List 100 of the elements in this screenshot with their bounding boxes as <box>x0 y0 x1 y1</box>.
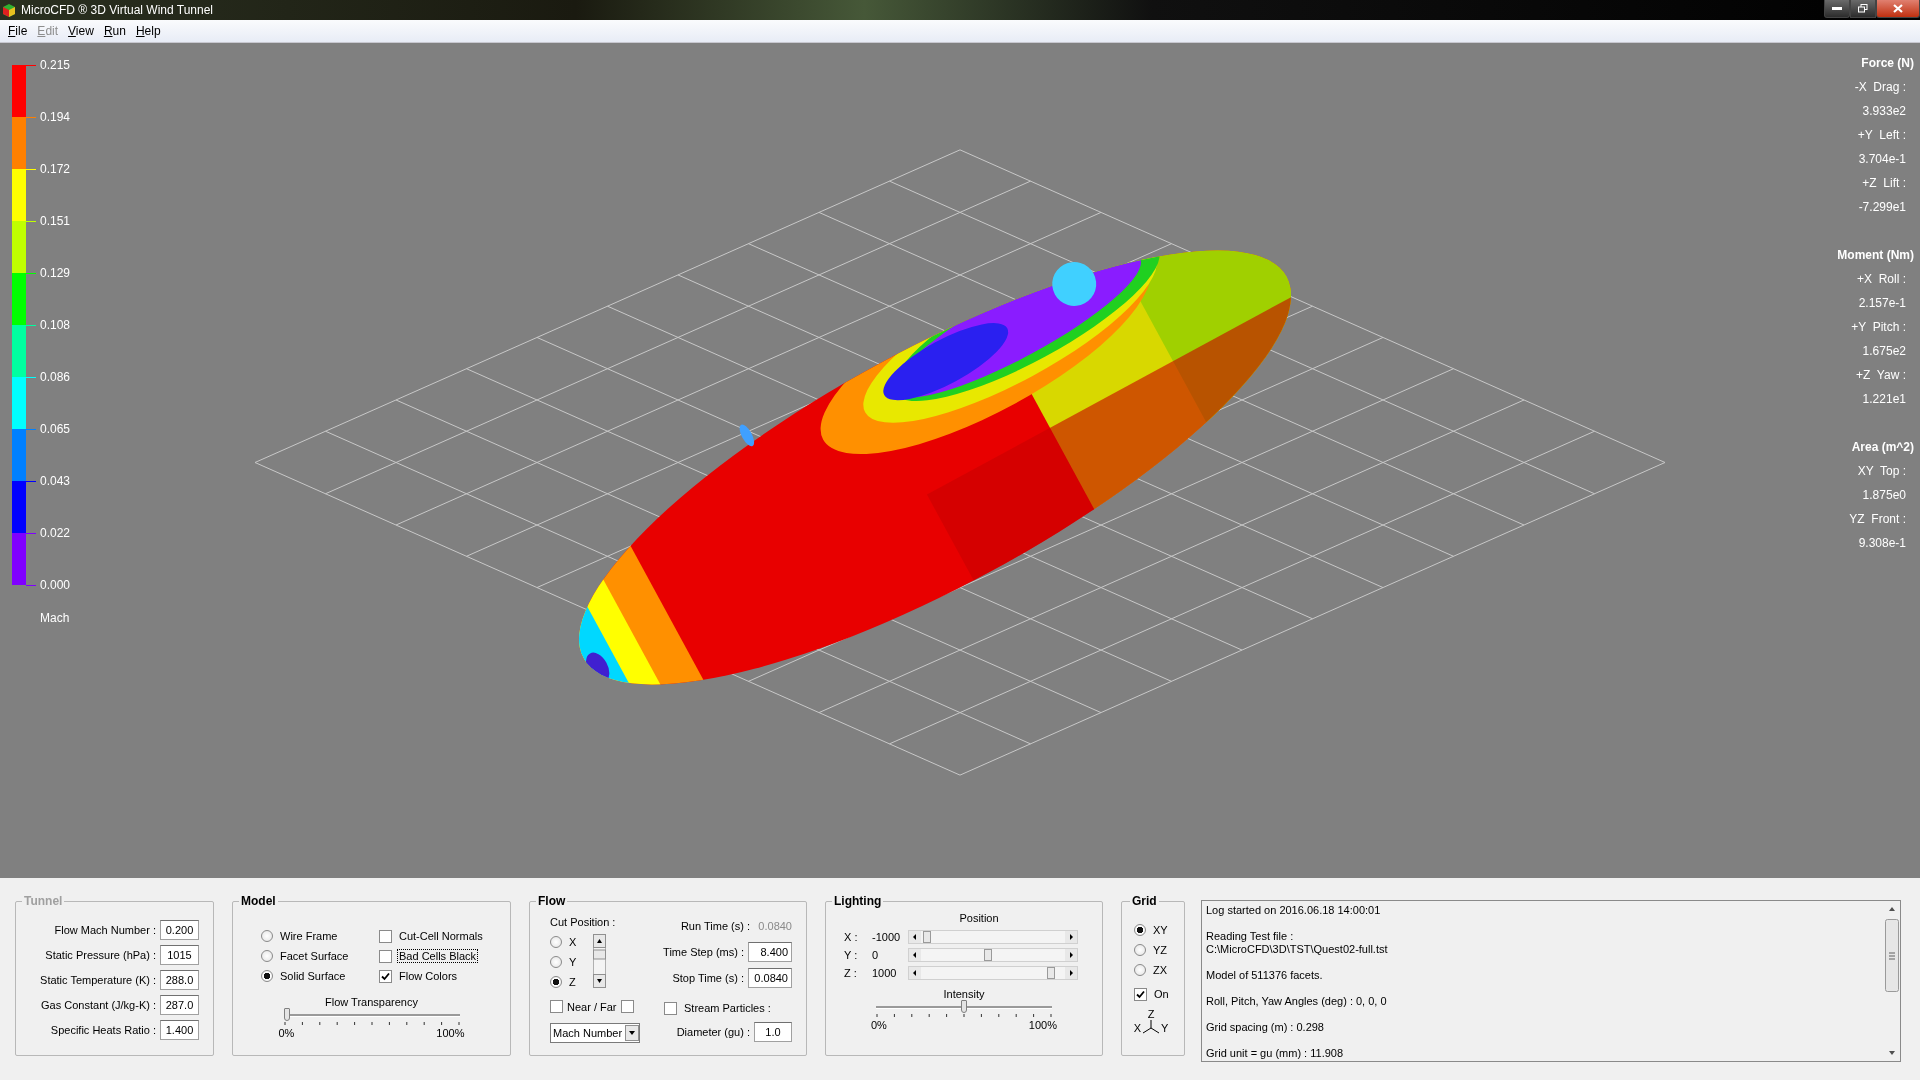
input-field[interactable]: 8.400 <box>748 942 792 962</box>
result-value: 1.875e0 <box>1862 488 1906 502</box>
3d-viewport[interactable] <box>0 43 1920 878</box>
radio-button[interactable] <box>550 936 562 948</box>
axis-label: X <box>1133 1022 1141 1034</box>
scroll-right-button[interactable] <box>1065 949 1077 961</box>
minimize-button[interactable] <box>1824 0 1850 18</box>
radio-label[interactable]: Z <box>568 976 577 988</box>
slider-thumb[interactable] <box>283 1008 290 1021</box>
scroll-thumb[interactable] <box>923 931 932 943</box>
radio-label[interactable]: XY <box>1152 924 1169 936</box>
position-scrollbar[interactable] <box>908 948 1078 962</box>
field-label: Stop Time (s) : <box>672 972 744 984</box>
scroll-thumb[interactable] <box>984 949 993 961</box>
result-value: -7.299e1 <box>1858 200 1906 214</box>
field-label: Static Temperature (K) : <box>40 974 156 986</box>
radio-label[interactable]: YZ <box>1152 944 1169 956</box>
radio-button[interactable] <box>550 956 562 968</box>
scale-value: 0.086 <box>40 370 71 384</box>
group-title: Grid <box>1131 894 1158 908</box>
result-value: 1.221e1 <box>1862 392 1906 406</box>
checkbox-label: Near / Far <box>567 1000 617 1013</box>
radio-button[interactable] <box>1134 924 1146 936</box>
checkbox-label[interactable]: Flow Colors <box>398 970 459 982</box>
scale-tick-mark <box>26 376 36 378</box>
radio-label[interactable]: X <box>568 936 578 948</box>
checkbox[interactable] <box>379 969 392 983</box>
menu-item[interactable]: Help <box>130 24 166 38</box>
slider-value: 0 <box>872 949 880 961</box>
axis-triad-icon <box>1141 1020 1161 1034</box>
scroll-right-button[interactable] <box>1065 967 1077 979</box>
scale-tick-mark <box>26 480 36 482</box>
position-scrollbar[interactable] <box>908 930 1078 944</box>
radio-button[interactable] <box>261 950 273 962</box>
result-label: YZ Front : <box>1849 512 1906 526</box>
field-label: Static Pressure (hPa) : <box>45 949 156 961</box>
field-label: Specific Heats Ratio : <box>50 1024 156 1036</box>
slider-thumb[interactable] <box>961 1000 967 1013</box>
menu-item[interactable]: View <box>63 24 99 38</box>
quantity-dropdown[interactable]: Mach Number <box>550 1023 640 1043</box>
checkbox[interactable] <box>1134 987 1147 1001</box>
radio-label[interactable]: Facet Surface <box>279 950 350 962</box>
scale-value: 0.000 <box>40 578 71 592</box>
intensity-slider[interactable] <box>876 1000 1052 1014</box>
cut-position-scrollbar[interactable] <box>593 934 607 988</box>
checkmark-icon <box>381 971 390 981</box>
field-label: Time Step (ms) : <box>663 946 744 958</box>
slider-label: Flow Transparency <box>325 996 418 1008</box>
scroll-thumb[interactable] <box>1046 967 1055 979</box>
input-field[interactable]: 1.0 <box>754 1022 792 1042</box>
radio-label[interactable]: Wire Frame <box>279 930 339 942</box>
group-title: Model <box>240 894 277 908</box>
radio-button[interactable] <box>1134 944 1146 956</box>
checkbox-label[interactable]: Bad Cells Black <box>398 950 478 962</box>
scale-value: 0.043 <box>40 474 71 488</box>
scale-tick-mark <box>26 220 36 222</box>
scale-tick-mark <box>26 116 36 118</box>
checkbox[interactable] <box>550 1000 563 1013</box>
scroll-left-button[interactable] <box>909 931 921 943</box>
scale-unit: Mach <box>40 611 71 625</box>
group-title: Flow <box>537 894 567 908</box>
position-scrollbar[interactable] <box>908 966 1078 980</box>
menu-item[interactable]: Run <box>98 24 131 38</box>
scroll-left-button[interactable] <box>909 949 921 961</box>
scale-tick-mark <box>26 324 36 326</box>
input-field[interactable]: 0.0840 <box>748 968 792 988</box>
scale-value: 0.108 <box>40 318 71 332</box>
scroll-left-button[interactable] <box>909 967 921 979</box>
menu-item[interactable]: File <box>3 24 33 38</box>
radio-button[interactable] <box>1134 964 1146 976</box>
radio-label[interactable]: ZX <box>1152 964 1169 976</box>
checkbox-label[interactable]: Cut-Cell Normals <box>398 930 484 942</box>
scale-value: 0.151 <box>40 214 71 228</box>
scale-tick-mark <box>26 428 36 430</box>
log-entry: Model of 511376 facets. <box>1206 969 1324 982</box>
transparency-slider[interactable] <box>283 1008 460 1022</box>
radio-label[interactable]: Y <box>568 956 578 968</box>
checkbox-label[interactable]: On <box>1153 988 1170 1000</box>
slider-max-label: 100% <box>1028 1019 1057 1031</box>
scroll-right-button[interactable] <box>1065 931 1077 943</box>
restore-button[interactable] <box>1850 0 1876 18</box>
close-button[interactable] <box>1876 0 1920 18</box>
result-section-title: Moment (Nm) <box>1837 248 1914 262</box>
result-label: +Y Left : <box>1857 128 1906 142</box>
radio-button[interactable] <box>261 970 273 982</box>
checkbox[interactable] <box>620 1000 634 1013</box>
app-cube-icon <box>2 3 16 17</box>
slider-value: -1000 <box>872 931 902 943</box>
slider-value: 1000 <box>872 967 898 979</box>
axis-label: Y : <box>844 949 859 961</box>
radio-label[interactable]: Solid Surface <box>279 970 347 982</box>
checkbox[interactable] <box>379 929 392 943</box>
slider-min-label: 0% <box>871 1019 887 1031</box>
checkbox-label[interactable]: Stream Particles : <box>683 1002 772 1014</box>
section-label: Position <box>959 912 999 924</box>
radio-button[interactable] <box>550 976 562 988</box>
checkbox[interactable] <box>379 949 392 963</box>
radio-button[interactable] <box>261 930 273 942</box>
checkbox[interactable] <box>664 1001 677 1015</box>
result-value: 3.704e-1 <box>1858 152 1906 166</box>
